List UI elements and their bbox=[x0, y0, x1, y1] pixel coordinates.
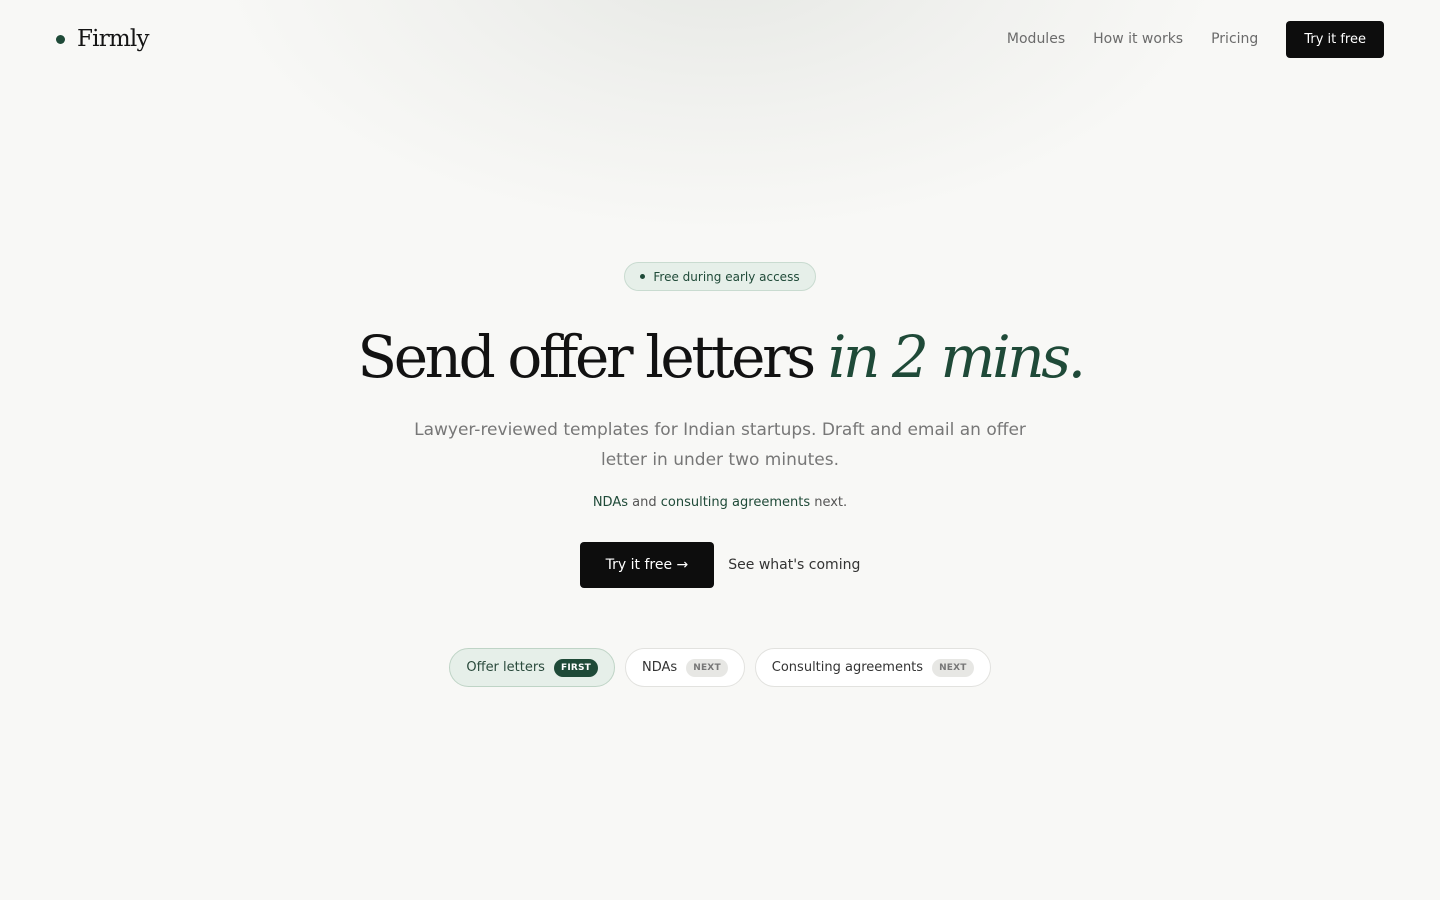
logo-dot-icon bbox=[56, 34, 65, 44]
note-tail: next. bbox=[814, 495, 848, 510]
module-chip-badge: NEXT bbox=[686, 658, 728, 677]
brand-name: Firmly bbox=[77, 26, 149, 52]
logo[interactable]: Firmly bbox=[56, 26, 149, 52]
nav-link-pricing[interactable]: Pricing bbox=[1211, 31, 1258, 47]
ndas-link[interactable]: NDAs bbox=[593, 495, 628, 510]
nav-link-how-it-works[interactable]: How it works bbox=[1093, 31, 1183, 47]
see-whats-coming-link[interactable]: See what's coming bbox=[728, 557, 860, 573]
hero-section: Free during early access Send offer lett… bbox=[0, 262, 1440, 687]
consulting-agreements-link[interactable]: consulting agreements bbox=[661, 495, 810, 510]
nav-try-free-button[interactable]: Try it free bbox=[1286, 20, 1384, 58]
hero-headline: Send offer letters in 2 mins. bbox=[357, 319, 1086, 395]
status-dot-icon bbox=[640, 274, 646, 279]
module-chip-offer-letters[interactable]: Offer letters FIRST bbox=[449, 648, 616, 687]
note-and: and bbox=[632, 495, 657, 510]
hero-cta-group: Try it free → See what's coming bbox=[579, 542, 860, 588]
early-access-label: Free during early access bbox=[653, 269, 800, 284]
hero-subtitle: Lawyer-reviewed templates for Indian sta… bbox=[414, 420, 1026, 470]
module-chip-label: Consulting agreements bbox=[771, 660, 924, 675]
module-chip-ndas[interactable]: NDAs NEXT bbox=[625, 648, 745, 687]
early-access-badge: Free during early access bbox=[624, 262, 816, 291]
module-chips: Offer letters FIRST NDAs NEXT Consulting… bbox=[449, 648, 991, 687]
upcoming-note: NDAs and consulting agreements next. bbox=[593, 495, 847, 510]
top-nav: Firmly Modules How it works Pricing Try … bbox=[0, 0, 1440, 78]
module-chip-label: Offer letters bbox=[466, 660, 545, 675]
module-chip-badge: FIRST bbox=[553, 658, 599, 677]
module-chip-label: NDAs bbox=[642, 660, 678, 675]
headline-main: Send offer letters bbox=[357, 323, 816, 391]
module-chip-consulting-agreements[interactable]: Consulting agreements NEXT bbox=[754, 648, 991, 687]
nav-menu: Modules How it works Pricing Try it free bbox=[979, 20, 1384, 58]
try-free-button[interactable]: Try it free → bbox=[579, 542, 715, 588]
nav-link-modules[interactable]: Modules bbox=[1007, 31, 1065, 47]
headline-accent: in 2 mins. bbox=[827, 323, 1086, 391]
module-chip-badge: NEXT bbox=[932, 658, 974, 677]
